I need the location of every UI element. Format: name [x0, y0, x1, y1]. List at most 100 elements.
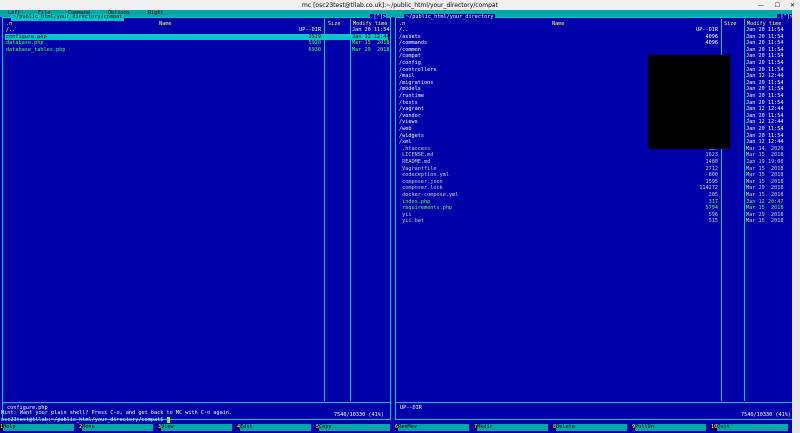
function-key-bar: 1Help 2Menu 3View 4Edit 5Copy 6RenMov 7Mkdir 8D… — [0, 424, 800, 431]
file-time: Jan 12 12:44 — [746, 119, 784, 126]
file-name: /config — [399, 60, 421, 66]
fkey-label: PullDn — [635, 424, 707, 431]
file-size: 800 — [708, 172, 718, 179]
file-size: 596 — [708, 211, 718, 218]
right-file-row[interactable]: yii.bat 515 Mar 15 2018 — [398, 218, 794, 225]
right-file-row[interactable]: /controllers Jan 20 11:54 — [398, 67, 794, 74]
right-file-row[interactable]: /.. UP--DIR Jan 20 11:54 — [398, 27, 794, 34]
right-file-row[interactable]: /commands 4096 Jan 20 11:54 — [398, 40, 794, 47]
right-file-row[interactable]: /views Jan 12 12:44 — [398, 119, 794, 126]
file-time: Jan 12 12:44 — [746, 139, 784, 146]
left-panel-corner[interactable]: .[^]> — [370, 14, 386, 21]
right-file-row[interactable]: codeception.yml 800 Mar 15 2018 — [398, 172, 794, 179]
right-file-row[interactable]: /mail Jan 12 12:44 — [398, 73, 794, 80]
file-size: 5794 — [705, 205, 719, 212]
right-file-row[interactable]: composer.json 1595 Mar 15 2018 — [398, 179, 794, 186]
file-name: /views — [399, 119, 418, 126]
file-time: Jan 20 11:54 — [746, 99, 784, 106]
fkey-menu[interactable]: 2Menu — [79, 424, 158, 431]
left-file-row[interactable]: /.. UP--DIR Jan 20 11:54 — [5, 27, 389, 34]
file-size: 1623 — [705, 152, 719, 159]
right-file-row[interactable]: /tests Jan 20 11:54 — [398, 100, 794, 107]
file-name: /mail — [399, 73, 415, 80]
right-file-row[interactable]: .htaccess184Mar 14 2020 — [398, 146, 794, 153]
file-time: Mar 29 2018 — [746, 211, 784, 218]
left-panel[interactable]: ~/public_html/your_directory/compat .[^]… — [2, 14, 391, 420]
file-time: Jan 20 11:54 — [746, 112, 784, 119]
right-file-row[interactable]: /assets 4096 Jan 20 11:54 — [398, 34, 794, 41]
right-panel-path[interactable]: ~/public_html/your_directory — [404, 14, 496, 21]
cursor: _ — [166, 417, 170, 423]
right-file-row[interactable]: index.php 317 Jan 12 20:47 — [398, 199, 794, 206]
right-file-row[interactable]: composer.lock 114272 Mar 29 2018 — [398, 185, 794, 192]
file-time: Jan 19 19:08 — [746, 159, 784, 165]
right-file-row[interactable]: /vagrant Jan 12 12:44 — [398, 106, 794, 113]
file-name: /.. — [399, 27, 409, 33]
fkey-copy[interactable]: 5Copy — [316, 424, 395, 431]
fkey-quit[interactable]: 10Quit — [711, 424, 790, 431]
fkey-label: Help — [3, 424, 75, 431]
file-size: 317 — [708, 198, 718, 205]
file-time: Jan 20 11:54 — [746, 53, 784, 60]
right-file-row[interactable]: requirements.php 5794 Mar 15 2018 — [398, 205, 794, 212]
file-name: /vendor — [399, 112, 421, 119]
close-icon[interactable]: ✕ — [790, 2, 795, 9]
right-panel-divider — [396, 402, 797, 403]
maximize-icon[interactable]: ☐ — [775, 2, 780, 9]
left-file-row[interactable]: database.php 5920 Mar 15 2018 — [5, 40, 389, 47]
file-time: Jan 20 11:54 — [746, 132, 784, 139]
right-file-row[interactable]: /compat Jan 20 11:54 — [398, 53, 794, 60]
file-size: 2519 — [308, 33, 322, 40]
file-name: /.. — [6, 27, 16, 33]
right-file-row[interactable]: /widgets Jan 20 11:54 — [398, 133, 794, 140]
file-time: Mar 29 2018 — [352, 46, 390, 53]
fkey-pulldn[interactable]: 9PullDn — [632, 424, 711, 431]
left-file-row[interactable]: configure.php 2519 Jan 12 12:44 — [5, 33, 390, 41]
right-file-row[interactable]: /migrations Jan 20 11:54 — [398, 80, 794, 87]
file-time: Mar 14 2020 — [746, 145, 784, 152]
right-file-row[interactable]: /vendor Jan 20 11:54 — [398, 113, 794, 120]
left-panel-path[interactable]: ~/public_html/your_directory/compat — [11, 14, 125, 21]
file-size: 5920 — [308, 40, 322, 47]
window-scrollbar[interactable] — [792, 10, 800, 433]
left-column-divider — [324, 19, 325, 401]
right-file-row[interactable]: /config Jan 20 11:54 — [398, 60, 794, 67]
menu-right[interactable]: Right — [148, 10, 164, 17]
right-file-row[interactable]: /runtime Jan 20 11:54 — [398, 93, 794, 100]
fkey-mkdir[interactable]: 7Mkdir — [474, 424, 553, 431]
right-panel[interactable]: ~/public_html/your_directory .[^]> .n Na… — [395, 14, 798, 420]
shell-prompt[interactable]: osc23test@tllab:~/public_html/your_direc… — [1, 417, 170, 424]
fkey-label: Edit — [240, 424, 312, 431]
left-file-row[interactable]: database_tables.php 6930 Mar 29 2018 — [5, 46, 390, 54]
file-name: /commands — [399, 40, 428, 47]
file-time: Jan 20 11:54 — [746, 33, 784, 40]
right-file-row[interactable]: docker-compose.yml 205 Mar 15 2018 — [398, 192, 794, 199]
right-file-row[interactable]: Vagrantfile 2712 Mar 15 2018 — [398, 166, 794, 173]
file-time: Jan 12 12:44 — [352, 33, 390, 40]
right-file-row[interactable]: /common Jan 20 11:54 — [398, 47, 794, 54]
file-size: 1480 — [705, 159, 719, 165]
file-name: /widgets — [399, 132, 424, 139]
right-file-row[interactable]: /xml Jan 12 12:44 — [398, 139, 794, 146]
file-name: /assets — [399, 33, 421, 40]
right-panel-corner[interactable]: .[^]> — [777, 14, 793, 21]
file-time: Jan 20 11:54 — [746, 79, 784, 86]
right-file-row[interactable]: README.md 1480 Jan 19 19:08 — [398, 159, 794, 166]
minimize-icon[interactable]: — — [758, 2, 764, 9]
file-time: Jan 12 20:47 — [746, 198, 784, 205]
fkey-edit[interactable]: 4Edit — [237, 424, 316, 431]
right-file-row[interactable]: yii 596 Mar 29 2018 — [398, 212, 794, 219]
fkey-delete[interactable]: 8Delete — [553, 424, 632, 431]
file-time: Jan 20 11:54 — [746, 86, 784, 93]
right-file-row[interactable]: LICENSE.md 1623 Mar 15 2018 — [398, 152, 794, 159]
right-file-row[interactable]: /web Jan 20 11:54 — [398, 126, 794, 133]
file-time: Jan 20 11:54 — [746, 66, 784, 73]
fkey-renmov[interactable]: 6RenMov — [395, 424, 474, 431]
right-file-row[interactable]: /models Jan 20 11:54 — [398, 86, 794, 93]
file-time: Jan 20 11:54 — [746, 46, 784, 53]
fkey-help[interactable]: 1Help — [0, 424, 79, 431]
fkey-label: RenMov — [398, 424, 470, 431]
file-size: 4096 — [705, 33, 719, 40]
fkey-view[interactable]: 3View — [158, 424, 237, 431]
file-name: composer.json — [399, 178, 443, 185]
